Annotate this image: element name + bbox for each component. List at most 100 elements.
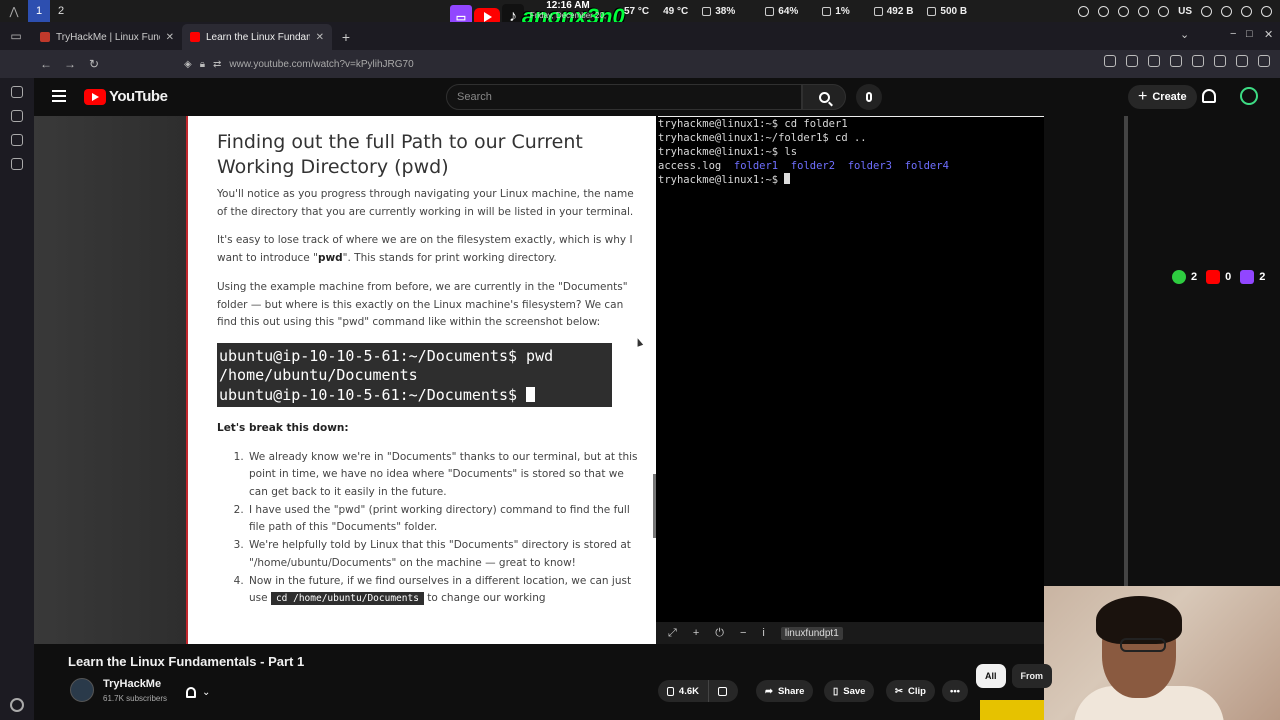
add-icon[interactable]: + [693,627,699,639]
tab-tryhackme[interactable]: TryHackMe | Linux Fundam ✕ [32,24,182,50]
workspace-1[interactable]: 1 [28,0,50,22]
extension-icon-7[interactable] [1236,55,1248,67]
tracking-shield-icon[interactable]: ◈ [184,59,192,70]
video-title: Learn the Linux Fundamentals - Part 1 [68,654,305,669]
terminal-window[interactable]: tryhackme@linux1:~$ cd folder1 tryhackme… [656,116,1044,622]
new-tab-button[interactable]: + [332,24,360,50]
reload-icon[interactable]: ↻ [82,52,106,76]
tray-icon-3[interactable] [1118,5,1130,17]
more-actions-button[interactable]: ••• [942,680,968,702]
extension-icon-6[interactable] [1214,55,1226,67]
thumbs-up-icon [667,686,674,696]
forward-icon[interactable]: → [58,52,82,76]
chip-from[interactable]: From [1011,664,1053,688]
power-icon[interactable]: ⏻ [715,627,724,640]
create-label: Create [1152,91,1187,103]
sidebar-ai-icon[interactable] [11,86,23,98]
arch-logo-icon[interactable]: ⋀ [0,0,28,22]
keyboard-layout[interactable]: US [1178,6,1192,17]
tray-icon-4[interactable] [1138,5,1150,17]
twitch-count: 2 [1259,271,1266,283]
sidebar-history-icon[interactable] [11,110,23,122]
close-window-icon[interactable]: ✕ [1264,28,1273,41]
terminal-toolbar: ⤢ + ⏻ − i linuxfundpt1 [656,622,1044,644]
sidebar-clock-icon[interactable] [11,134,23,146]
maximize-icon[interactable]: □ [1246,28,1253,40]
page-scrollbar[interactable] [1124,116,1128,586]
thumbnail-preview[interactable] [980,700,1044,720]
more-icon: ••• [950,685,960,697]
save-button[interactable]: ▯ Save [824,680,875,702]
cpu-temp-value: 57 °C [624,5,650,17]
webcam-overlay [1044,586,1280,720]
sidebar-bookmark-icon[interactable] [11,158,23,170]
tray-icon-2[interactable] [1098,5,1110,17]
settings-gear-icon[interactable] [10,698,24,712]
network-icon[interactable] [1241,5,1252,17]
permissions-icon[interactable]: ⇄ [213,59,221,70]
battery-icon[interactable] [1221,5,1232,17]
extension-icon-4[interactable] [1170,55,1182,67]
search-icon [818,91,830,103]
voice-search-button[interactable] [856,84,882,110]
tab-youtube[interactable]: Learn the Linux Fundam ✕ [182,24,332,50]
screenshot-line: ubuntu@ip-10-10-5-61:~/Documents$ [219,386,610,406]
list-item: I have used the "pwd" (print working dir… [247,502,638,537]
xbox-count: 2 [1191,271,1198,283]
dislike-button[interactable] [708,680,738,702]
like-count: 4.6K [678,685,699,697]
mic-tray-icon[interactable] [1201,5,1212,17]
clip-label: Clip [907,685,926,697]
create-button[interactable]: + Create [1128,85,1197,109]
download-value: 500 B [940,5,968,17]
lock-icon[interactable]: 🔒︎ [200,59,205,70]
video-info-panel: Learn the Linux Fundamentals - Part 1 Tr… [34,644,1044,720]
power-icon[interactable] [1261,5,1272,17]
workspace-2[interactable]: 2 [50,0,72,22]
url-bar[interactable]: ◈ 🔒︎ ⇄ www.youtube.com/watch?v=kPylihJRG… [176,53,996,75]
close-tab-icon[interactable]: ✕ [166,32,174,43]
avatar[interactable] [1240,87,1258,105]
volume-icon[interactable] [1158,5,1170,17]
info-icon[interactable]: i [762,627,764,639]
extension-icon-3[interactable] [1148,55,1160,67]
list-item: Now in the future, if we find ourselves … [247,573,638,608]
clip-button[interactable]: ✂ Clip [886,680,935,702]
clock-time: 12:16 AM [546,0,590,11]
bookmark-icon: ▯ [833,685,839,697]
terminal-session-tag[interactable]: linuxfundpt1 [780,626,843,640]
share-button[interactable]: ➦ Share [756,680,814,702]
search-button[interactable] [802,84,846,110]
tray-icon-1[interactable] [1078,5,1090,17]
hamburger-menu-icon[interactable] [52,90,66,102]
tab-list-icon[interactable]: ⌄ [1180,28,1189,41]
thumbs-down-icon [718,686,727,696]
channel-name[interactable]: TryHackMe [103,678,161,690]
save-label: Save [843,685,866,697]
sidebar-toggle-icon[interactable]: ▭ [0,22,32,50]
screenshot-line: ubuntu@ip-10-10-5-61:~/Documents$ pwd [219,346,554,365]
subscription-bell-button[interactable]: ⌄ [186,682,222,702]
terminal-line: tryhackme@linux1:~$ cd folder1 [658,118,848,130]
notifications-bell-icon[interactable] [1202,89,1216,103]
share-icon: ➦ [765,685,773,697]
close-tab-icon[interactable]: ✕ [316,32,324,43]
like-button[interactable]: 4.6K [658,680,708,702]
minus-icon[interactable]: − [740,627,746,639]
bell-icon [186,686,196,698]
extension-icon-1[interactable] [1104,55,1116,67]
search-input[interactable] [446,84,802,110]
minimize-icon[interactable]: − [1230,28,1236,40]
menu-icon[interactable] [1258,55,1270,67]
back-icon[interactable]: ← [34,52,58,76]
tryhackme-document: Finding out the full Path to our Current… [186,116,656,644]
url-text[interactable]: www.youtube.com/watch?v=kPylihJRG70 [229,59,413,70]
extension-icon-5[interactable] [1192,55,1204,67]
expand-icon[interactable]: ⤢ [668,627,677,640]
youtube-logo[interactable]: YouTube [84,88,168,105]
extension-icon-2[interactable] [1126,55,1138,67]
video-player[interactable]: Finding out the full Path to our Current… [34,116,1044,644]
chip-all[interactable]: All [976,664,1006,688]
browser-nav-bar: ← → ↻ ◈ 🔒︎ ⇄ www.youtube.com/watch?v=kPy… [0,50,1280,78]
channel-avatar[interactable] [70,678,94,702]
